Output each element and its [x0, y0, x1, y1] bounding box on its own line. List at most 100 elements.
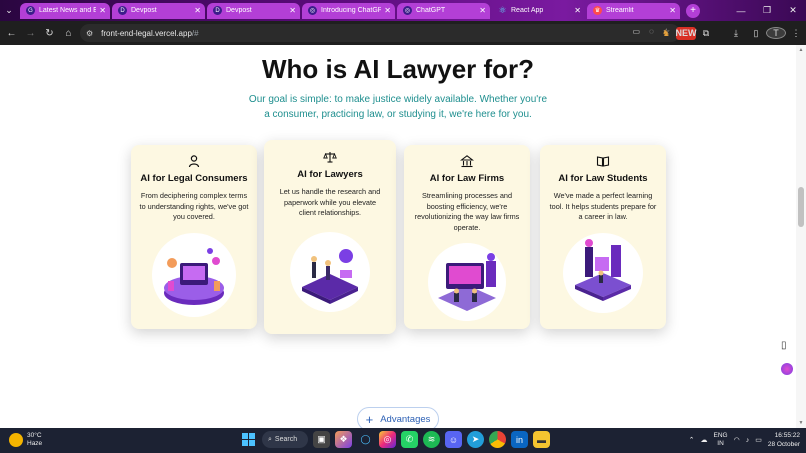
spotify-icon[interactable]: ≋: [423, 431, 440, 448]
linkedin-icon[interactable]: in: [511, 431, 528, 448]
restore-icon[interactable]: ❐: [754, 0, 780, 21]
menu-kebab-icon[interactable]: ⋮: [786, 28, 806, 39]
address-bar-row: ← → ↻ ⌂ ⚙ front-end-legal.vercel.app/# ▭…: [0, 21, 806, 45]
wifi-icon[interactable]: ◠: [734, 436, 740, 444]
extension-icon[interactable]: ♞: [656, 28, 676, 39]
download-icon[interactable]: ⤓: [726, 28, 746, 39]
card-law-students[interactable]: AI for Law Students We've made a perfect…: [540, 145, 666, 329]
instagram-icon[interactable]: ◎: [379, 431, 396, 448]
back-arrow-icon[interactable]: ←: [2, 21, 21, 45]
chrome-icon[interactable]: [489, 431, 506, 448]
side-panel-icon[interactable]: ▯: [746, 28, 766, 39]
tab-streamlit[interactable]: ♛ Streamlit ✕: [587, 2, 680, 19]
illustration-image: [428, 243, 506, 321]
tab-devpost-2[interactable]: D Devpost ✕: [207, 2, 300, 19]
card-legal-consumers[interactable]: AI for Legal Consumers From deciphering …: [131, 145, 257, 329]
clock[interactable]: 16:55:22 28 October: [768, 431, 800, 449]
tab-react-app[interactable]: ⚛ React App ✕: [492, 3, 585, 19]
tab-favicon: ♛: [593, 6, 602, 15]
volume-icon[interactable]: ♪: [746, 437, 750, 444]
language-indicator[interactable]: ENG IN: [714, 432, 728, 448]
close-tab-icon[interactable]: ✕: [479, 6, 486, 15]
taskbar-search[interactable]: ⌕ Search: [262, 431, 308, 448]
clock-time: 16:55:22: [774, 432, 800, 439]
tab-favicon: D: [118, 6, 127, 15]
tab-favicon: D: [213, 6, 222, 15]
whatsapp-icon[interactable]: ✆: [401, 431, 418, 448]
tab-title: Devpost: [226, 7, 252, 14]
url-input[interactable]: ⚙ front-end-legal.vercel.app/# ▭ ◌ ☆: [80, 24, 680, 42]
card-description: From deciphering complex terms to unders…: [139, 191, 249, 221]
weather-condition: Haze: [27, 440, 43, 447]
card-title: AI for Law Firms: [429, 173, 505, 184]
cloud-icon[interactable]: ☁: [701, 436, 708, 444]
cortana-icon[interactable]: ◯: [357, 431, 374, 448]
illustration-image: [152, 233, 236, 317]
home-icon[interactable]: ⌂: [59, 21, 78, 45]
tab-favicon: G: [26, 6, 35, 15]
card-lawyers[interactable]: AI for Lawyers Let us handle the researc…: [264, 140, 396, 334]
minimize-icon[interactable]: —: [728, 0, 754, 21]
task-view-icon[interactable]: ▣: [313, 431, 330, 448]
new-tab-button[interactable]: +: [686, 3, 700, 18]
tab-title: Devpost: [131, 7, 157, 14]
system-tray: ⌃ ☁ ENG IN ◠ ♪ ▭ 16:55:22 28 October: [689, 431, 800, 449]
file-explorer-icon[interactable]: ▬: [533, 431, 550, 448]
taskbar-search-label: Search: [274, 436, 298, 443]
discord-icon[interactable]: ☺: [445, 431, 462, 448]
plus-icon: +: [365, 411, 374, 427]
close-tab-icon[interactable]: ✕: [194, 6, 201, 15]
card-description: We've made a perfect learning tool. It h…: [549, 191, 657, 221]
close-tab-icon[interactable]: ✕: [574, 6, 581, 15]
scroll-up-icon[interactable]: ▲: [798, 47, 804, 53]
tab-devpost-1[interactable]: D Devpost ✕: [112, 2, 205, 19]
cast-icon[interactable]: ▭: [633, 27, 641, 36]
sun-icon: [9, 433, 23, 447]
advantages-button[interactable]: + Advantages: [357, 407, 439, 428]
tab-chatgpt[interactable]: ◎ ChatGPT ✕: [397, 2, 490, 19]
widgets-icon[interactable]: ❖: [335, 431, 352, 448]
reload-icon[interactable]: ↻: [40, 21, 59, 45]
page-content: Who is AI Lawyer for? Our goal is simple…: [0, 45, 806, 428]
person-icon: [188, 155, 200, 168]
telegram-icon[interactable]: ➤: [467, 431, 484, 448]
advantages-label: Advantages: [380, 413, 431, 425]
chevron-up-icon[interactable]: ⌃: [689, 436, 695, 444]
windows-start-icon[interactable]: [240, 431, 257, 448]
puzzle-extensions-icon[interactable]: ⧉: [696, 28, 716, 39]
tab-title: Introducing ChatGP: [321, 7, 382, 14]
assistant-icon[interactable]: [781, 363, 793, 375]
scroll-thumb[interactable]: [798, 187, 804, 227]
tab-introducing-chatgpt[interactable]: ◎ Introducing ChatGP ✕: [302, 2, 395, 19]
card-description: Let us handle the research and paperwork…: [279, 187, 381, 217]
close-window-icon[interactable]: ✕: [780, 0, 806, 21]
reader-mode-icon[interactable]: ▯: [781, 340, 793, 352]
illustration-image: [290, 232, 370, 312]
profile-avatar[interactable]: T: [766, 27, 786, 39]
book-icon: [596, 156, 610, 167]
site-info-icon[interactable]: ⚙: [86, 29, 93, 38]
windows-taskbar: 30°C Haze ⌕ Search ▣ ❖ ◯ ◎ ✆ ≋ ☺ ➤ in ▬ …: [0, 428, 806, 453]
card-title: AI for Lawyers: [297, 169, 363, 180]
tab-title: Streamlit: [606, 7, 634, 14]
weather-temp: 30°C: [27, 432, 42, 439]
weather-widget[interactable]: 30°C Haze: [9, 432, 42, 448]
battery-icon[interactable]: ▭: [755, 436, 762, 444]
new-badge-extension-icon[interactable]: NEW: [676, 26, 697, 40]
page-scrollbar[interactable]: ▲ ▼: [796, 45, 806, 428]
close-tab-icon[interactable]: ✕: [289, 6, 296, 15]
close-tab-icon[interactable]: ✕: [669, 6, 676, 15]
card-title: AI for Law Students: [558, 173, 648, 184]
tab-latest-news[interactable]: G Latest News and Eve ✕: [20, 2, 110, 19]
lang-region: IN: [717, 440, 724, 447]
card-law-firms[interactable]: AI for Law Firms Streamlining processes …: [404, 145, 530, 329]
eye-off-icon[interactable]: ◌: [649, 27, 654, 36]
clock-date: 28 October: [767, 441, 800, 448]
search-icon: ⌕: [268, 435, 272, 443]
close-tab-icon[interactable]: ✕: [99, 6, 106, 15]
close-tab-icon[interactable]: ✕: [384, 6, 391, 15]
scroll-down-icon[interactable]: ▼: [798, 420, 804, 426]
url-host: front-end-legal.vercel.app: [101, 28, 192, 38]
tab-search-button[interactable]: ⌄: [0, 0, 18, 21]
forward-arrow-icon[interactable]: →: [21, 21, 40, 45]
